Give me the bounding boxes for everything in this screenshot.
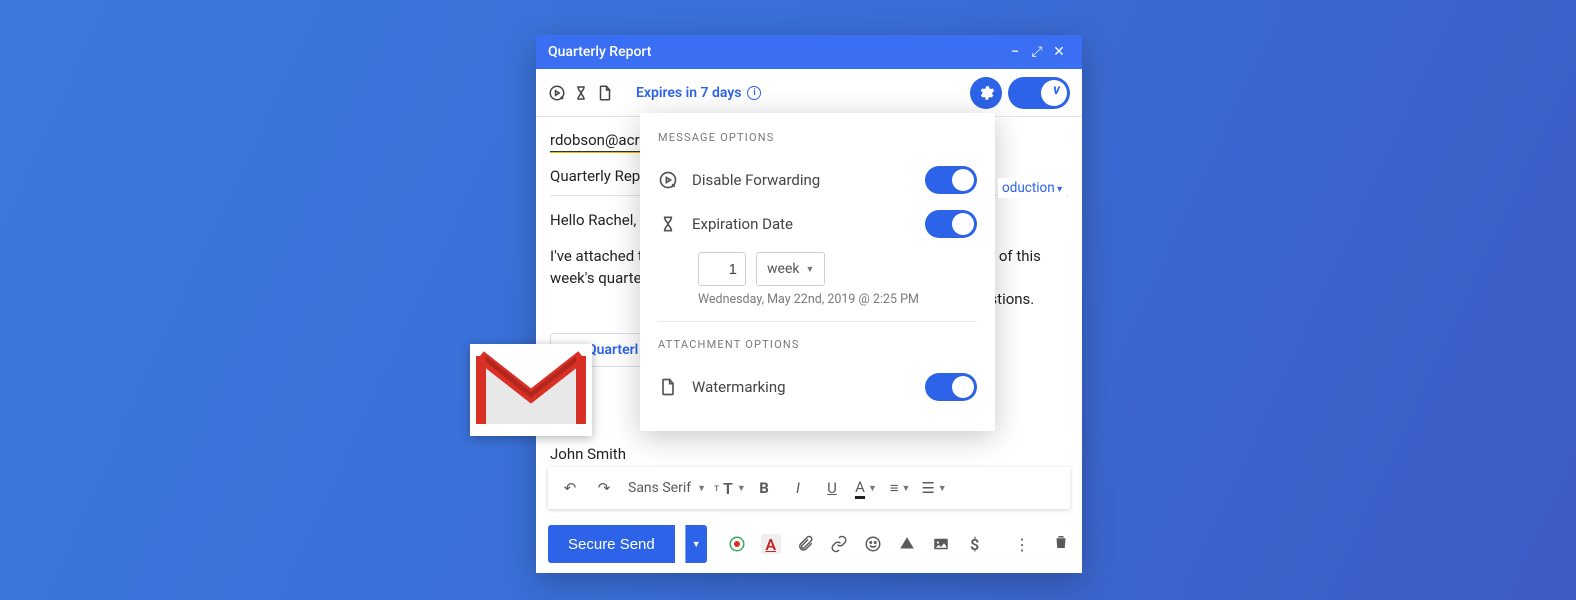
- expiration-value-input[interactable]: [698, 252, 746, 286]
- expand-button[interactable]: ⤢: [1026, 44, 1048, 60]
- expiration-unit-select[interactable]: week▼: [756, 252, 825, 286]
- secure-send-button[interactable]: Secure Send: [548, 525, 675, 563]
- align-button[interactable]: ≡▼: [884, 472, 916, 504]
- message-options-header: MESSAGE OPTIONS: [658, 131, 977, 144]
- attach-icon[interactable]: [795, 534, 815, 554]
- bottom-bar: Secure Send ▼ A $ ⋮: [536, 515, 1082, 573]
- introduction-chip[interactable]: oduction: [998, 178, 1066, 198]
- format-toolbar: ↶ ↷ Sans Serif▼ тT▼ B I U A▼ ≡▼ ☰▼: [548, 467, 1070, 509]
- bold-button[interactable]: B: [748, 472, 780, 504]
- gmail-logo: [470, 344, 592, 436]
- send-dropdown[interactable]: ▼: [685, 525, 707, 563]
- minimize-button[interactable]: −: [1004, 44, 1026, 60]
- expiration-row: Expiration Date: [658, 202, 977, 246]
- recipient-field[interactable]: rdobson@acr: [550, 127, 640, 152]
- secure-toolbar: Expires in 7 days i ν: [536, 69, 1082, 117]
- disable-forwarding-toggle[interactable]: [925, 166, 977, 194]
- disable-forwarding-row: Disable Forwarding: [658, 158, 977, 202]
- drive-icon[interactable]: [897, 534, 917, 554]
- disable-forward-icon: [548, 84, 566, 102]
- more-options-icon[interactable]: ⋮: [1014, 535, 1030, 554]
- hourglass-icon: [658, 214, 678, 234]
- watermark-icon: [596, 84, 614, 102]
- emoji-icon[interactable]: [863, 534, 883, 554]
- info-icon[interactable]: i: [747, 86, 761, 100]
- font-family-select[interactable]: Sans Serif▼: [622, 472, 712, 504]
- gear-icon: [977, 84, 995, 102]
- hourglass-icon: [572, 84, 590, 102]
- image-icon[interactable]: [931, 534, 951, 554]
- titlebar: Quarterly Report − ⤢ ✕: [536, 35, 1082, 69]
- window-title: Quarterly Report: [548, 44, 651, 60]
- expiration-datetime: Wednesday, May 22nd, 2019 @ 2:25 PM: [698, 292, 977, 307]
- underline-button[interactable]: U: [816, 472, 848, 504]
- expiration-toggle[interactable]: [925, 210, 977, 238]
- disable-forward-icon: [658, 170, 678, 190]
- link-icon[interactable]: [829, 534, 849, 554]
- font-size-button[interactable]: тT▼: [714, 472, 746, 504]
- undo-button[interactable]: ↶: [554, 472, 586, 504]
- expiration-inputs: week▼: [698, 252, 977, 286]
- watermarking-toggle[interactable]: [925, 373, 977, 401]
- attachment-options-header: ATTACHMENT OPTIONS: [658, 338, 977, 351]
- text-color-button[interactable]: A▼: [850, 472, 882, 504]
- secure-toggle[interactable]: ν: [1008, 77, 1070, 109]
- expires-label[interactable]: Expires in 7 days i: [636, 85, 761, 101]
- trash-icon[interactable]: [1052, 533, 1070, 555]
- watermarking-row: Watermarking: [658, 365, 977, 409]
- italic-button[interactable]: I: [782, 472, 814, 504]
- message-options-popover: MESSAGE OPTIONS Disable Forwarding Expir…: [640, 113, 995, 431]
- settings-button[interactable]: [970, 77, 1002, 109]
- virtru-icon[interactable]: [727, 534, 747, 554]
- redo-button[interactable]: ↷: [588, 472, 620, 504]
- watermark-icon: [658, 377, 678, 397]
- close-button[interactable]: ✕: [1048, 44, 1070, 60]
- list-button[interactable]: ☰▼: [918, 472, 950, 504]
- money-icon[interactable]: $: [965, 534, 985, 554]
- signature: John Smith: [550, 445, 626, 463]
- text-format-icon[interactable]: A: [761, 534, 781, 554]
